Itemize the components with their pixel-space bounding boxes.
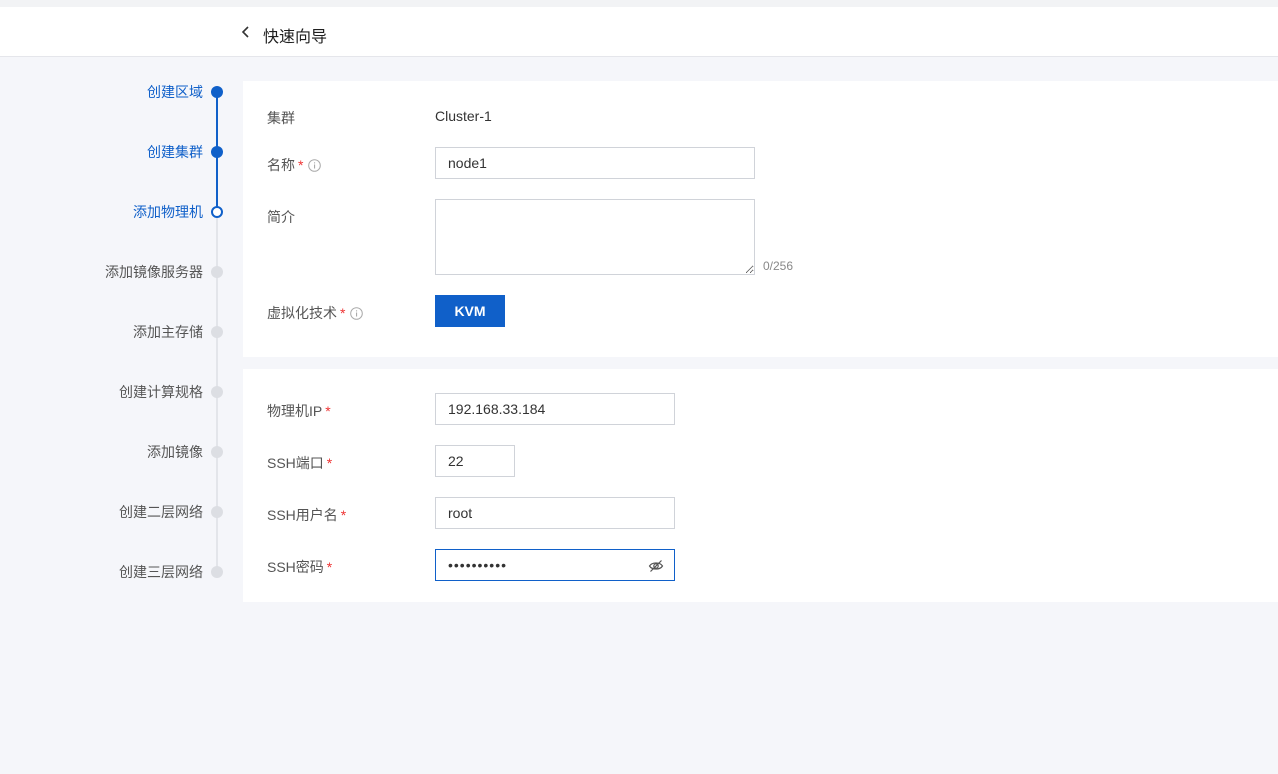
step-create-l3-network[interactable]: 创建三层网络 xyxy=(0,562,225,582)
step-label: 创建二层网络 xyxy=(119,504,203,520)
step-add-primary-storage[interactable]: 添加主存储 xyxy=(0,322,225,342)
description-textarea[interactable] xyxy=(435,199,755,275)
cluster-label: 集群 xyxy=(267,110,295,126)
name-label: 名称 xyxy=(267,157,295,173)
step-label: 创建三层网络 xyxy=(119,564,203,580)
step-add-image[interactable]: 添加镜像 xyxy=(0,442,225,462)
step-label: 创建区域 xyxy=(147,84,203,100)
page-title: 快速向导 xyxy=(263,29,328,46)
step-label: 创建计算规格 xyxy=(119,384,203,400)
step-dot xyxy=(211,326,223,338)
host-connection-card: 物理机IP* SSH端口* SSH用户名* SSH密码* •••••••••• xyxy=(243,369,1278,602)
host-ip-label: 物理机IP xyxy=(267,403,323,419)
host-ip-input[interactable] xyxy=(435,393,675,425)
required-mark: * xyxy=(326,455,333,471)
step-create-l2-network[interactable]: 创建二层网络 xyxy=(0,502,225,522)
required-mark: * xyxy=(325,403,331,419)
step-label: 添加镜像 xyxy=(147,444,203,460)
step-dot xyxy=(211,86,223,98)
cluster-value: Cluster-1 xyxy=(435,108,492,124)
ssh-password-label: SSH密码 xyxy=(267,559,324,575)
kvm-button[interactable]: KVM xyxy=(435,295,505,327)
name-input[interactable] xyxy=(435,147,755,179)
ssh-port-label: SSH端口 xyxy=(267,455,324,471)
step-create-zone[interactable]: 创建区域 xyxy=(0,82,225,102)
required-mark: * xyxy=(298,157,304,173)
chevron-left-icon[interactable] xyxy=(238,24,254,40)
description-counter: 0/256 xyxy=(763,259,794,273)
user-label-row: SSH用户名 * xyxy=(267,505,346,525)
step-dot xyxy=(211,146,223,158)
step-add-host[interactable]: 添加物理机 xyxy=(0,202,225,222)
step-dot xyxy=(211,206,223,218)
ssh-port-input[interactable] xyxy=(435,445,515,477)
step-label: 创建集群 xyxy=(147,144,203,160)
step-dot xyxy=(211,266,223,278)
ssh-username-label: SSH用户名 xyxy=(267,507,338,523)
step-dot xyxy=(211,386,223,398)
name-label-row: 名称 * xyxy=(267,155,322,175)
step-dot xyxy=(211,566,223,578)
virt-label-row: 虚拟化技术 * xyxy=(267,303,364,323)
required-mark: * xyxy=(340,507,347,523)
step-add-image-server[interactable]: 添加镜像服务器 xyxy=(0,262,225,282)
step-label: 添加主存储 xyxy=(133,324,203,340)
port-label-row: SSH端口 * xyxy=(267,453,332,473)
ip-label-row: 物理机IP * xyxy=(267,401,331,421)
step-label: 添加物理机 xyxy=(133,204,203,220)
info-icon[interactable] xyxy=(308,159,322,172)
ssh-password-input[interactable]: •••••••••• xyxy=(435,549,675,581)
password-mask: •••••••••• xyxy=(448,557,508,573)
pw-label-row: SSH密码 * xyxy=(267,557,332,577)
required-mark: * xyxy=(326,559,333,575)
step-dot xyxy=(211,506,223,518)
step-create-cluster[interactable]: 创建集群 xyxy=(0,142,225,162)
step-label: 添加镜像服务器 xyxy=(105,264,203,280)
eye-off-icon[interactable] xyxy=(648,558,664,574)
wizard-stepper: 创建区域 创建集群 添加物理机 添加镜像服务器 添加主存储 创建计算规格 添加镜… xyxy=(0,57,240,774)
top-bar: 快速向导 xyxy=(0,0,1278,57)
step-create-instance-offering[interactable]: 创建计算规格 xyxy=(0,382,225,402)
info-icon[interactable] xyxy=(350,307,364,320)
description-label: 简介 xyxy=(267,209,295,225)
step-dot xyxy=(211,446,223,458)
ssh-username-input[interactable] xyxy=(435,497,675,529)
required-mark: * xyxy=(340,305,346,321)
host-basic-info-card: 集群 Cluster-1 名称* 简介 0/256 虚拟化技术* KVM xyxy=(243,81,1278,357)
virtualization-label: 虚拟化技术 xyxy=(267,305,337,321)
